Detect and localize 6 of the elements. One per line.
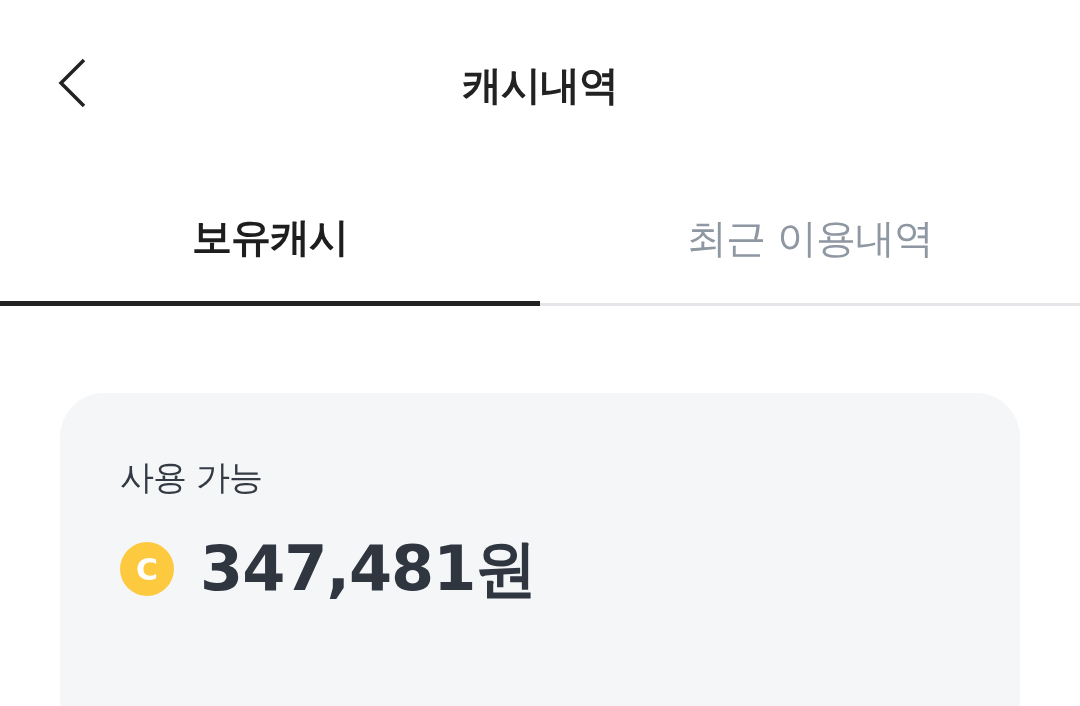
balance-amount: 347,481원	[200, 531, 537, 607]
available-label: 사용 가능	[120, 456, 263, 499]
back-icon[interactable]	[57, 58, 87, 108]
coin-icon: C	[120, 542, 174, 596]
page-title: 캐시내역	[462, 60, 618, 110]
tab[interactable]: 보유캐시	[0, 170, 540, 306]
